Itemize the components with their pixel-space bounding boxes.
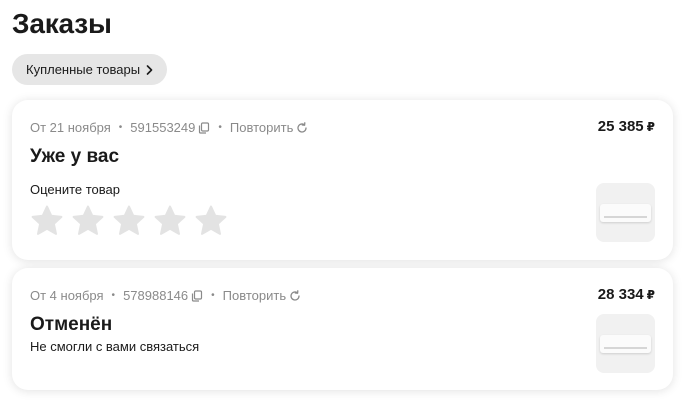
order-date: От 4 ноября — [30, 288, 104, 303]
copy-icon — [191, 289, 203, 302]
currency: ₽ — [646, 120, 655, 134]
star-icon[interactable] — [112, 204, 146, 238]
price-value: 25 385 — [597, 118, 644, 135]
star-icon[interactable] — [153, 204, 187, 238]
rating-stars — [30, 204, 228, 238]
order-status: Отменён — [30, 314, 113, 335]
order-card[interactable]: От 4 ноября • 578988146 • Повторить 28 3… — [12, 268, 673, 390]
order-number-copy[interactable]: 591553249 — [130, 120, 210, 135]
order-price: 28 334 ₽ — [598, 286, 655, 303]
repeat-order-button[interactable]: Повторить — [223, 288, 301, 303]
order-number: 591553249 — [130, 120, 196, 135]
chevron-right-icon — [146, 64, 153, 75]
star-icon[interactable] — [194, 204, 228, 238]
purchased-items-chip[interactable]: Купленные товары — [12, 54, 168, 85]
refresh-icon — [296, 121, 308, 134]
separator-dot: • — [118, 122, 123, 133]
product-thumbnail[interactable] — [596, 183, 655, 242]
repeat-label: Повторить — [222, 288, 287, 303]
price-value: 28 334 — [597, 286, 644, 303]
refresh-icon — [289, 289, 301, 302]
orders-page: Заказы Купленные товары От 21 ноября • 5… — [0, 0, 700, 403]
order-status: Уже у вас — [30, 146, 120, 167]
product-thumbnail[interactable] — [596, 314, 655, 373]
copy-icon — [198, 121, 210, 134]
air-conditioner-icon — [600, 203, 651, 222]
separator-dot: • — [111, 290, 116, 301]
order-card[interactable]: От 21 ноября • 591553249 • Повторить 25 … — [12, 100, 673, 260]
page-title: Заказы — [12, 8, 112, 39]
star-icon[interactable] — [71, 204, 105, 238]
separator-dot: • — [218, 122, 222, 133]
order-price: 25 385 ₽ — [598, 118, 655, 135]
order-meta: От 4 ноября • 578988146 • Повторить — [30, 288, 301, 303]
order-number: 578988146 — [123, 288, 189, 303]
order-number-copy[interactable]: 578988146 — [123, 288, 203, 303]
repeat-order-button[interactable]: Повторить — [230, 120, 308, 135]
chip-label: Купленные товары — [26, 62, 141, 77]
currency: ₽ — [646, 288, 655, 302]
order-meta: От 21 ноября • 591553249 • Повторить — [30, 120, 308, 135]
air-conditioner-icon — [600, 334, 651, 353]
order-date: От 21 ноября — [30, 120, 111, 135]
separator-dot: • — [211, 290, 215, 301]
repeat-label: Повторить — [229, 120, 294, 135]
status-note: Не смогли с вами связаться — [30, 339, 200, 354]
rate-label: Оцените товар — [30, 182, 120, 197]
star-icon[interactable] — [30, 204, 64, 238]
